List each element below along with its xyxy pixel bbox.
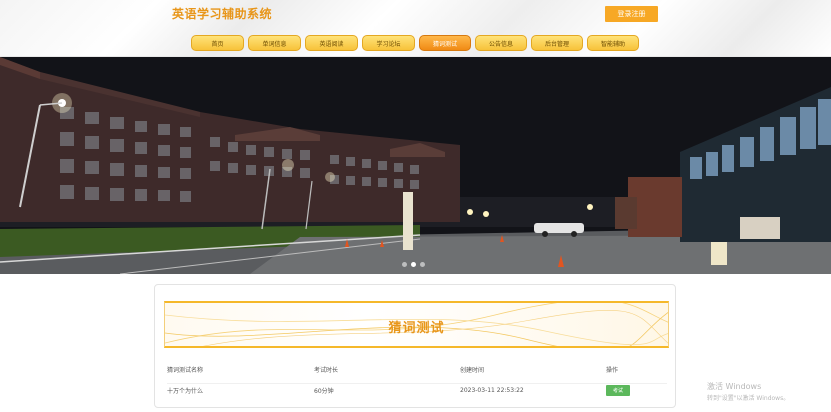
nav-item-home[interactable]: 首页 (191, 35, 244, 51)
column-header-name: 猜词测试名称 (167, 366, 204, 374)
nav-item-forum[interactable]: 学习论坛 (362, 35, 415, 51)
nav-item-words[interactable]: 单词信息 (248, 35, 301, 51)
main-nav: 首页 单词信息 英语阅读 学习论坛 猜词测试 公告信息 后台管理 智能辅助 (191, 35, 643, 51)
test-created-time: 2023-03-11 22:53:22 (460, 387, 524, 394)
banner-night-campus-image (0, 57, 831, 274)
nav-item-reading[interactable]: 英语阅读 (305, 35, 358, 51)
nav-item-notices[interactable]: 公告信息 (475, 35, 527, 51)
carousel-dot-active[interactable] (411, 262, 416, 267)
carousel-dot[interactable] (420, 262, 425, 267)
nav-item-guess-test[interactable]: 猜词测试 (419, 35, 471, 51)
watermark-line-1: 激活 Windows (707, 382, 762, 391)
login-register-button[interactable]: 登录注册 (605, 6, 658, 22)
table-row: 十万个为什么 60分钟 2023-03-11 22:53:22 考试 (167, 383, 667, 397)
table-header: 猜词测试名称 考试时长 创建时间 操作 (167, 363, 667, 375)
watermark-line-2: 转到"设置"以激活 Windows。 (707, 395, 790, 402)
section-title-banner: 猜词测试 (164, 301, 669, 348)
section-title: 猜词测试 (388, 321, 445, 336)
banner-carousel[interactable] (0, 57, 831, 274)
start-exam-button[interactable]: 考试 (606, 385, 630, 396)
column-header-created: 创建时间 (460, 366, 485, 374)
action-cell: 考试 (606, 385, 656, 396)
carousel-dot[interactable] (402, 262, 407, 267)
column-header-action: 操作 (606, 366, 619, 374)
windows-activation-watermark: 激活 Windows 转到"设置"以激活 Windows。 (707, 381, 789, 402)
carousel-dots (402, 262, 425, 267)
site-title: 英语学习辅助系统 (172, 7, 273, 21)
guess-test-panel: 猜词测试 猜词测试名称 考试时长 创建时间 操作 十万个为什么 60分钟 202… (154, 284, 676, 408)
column-header-duration: 考试时长 (314, 366, 339, 374)
test-name: 十万个为什么 (167, 388, 204, 395)
nav-item-admin[interactable]: 后台管理 (531, 35, 583, 51)
nav-item-smart-assist[interactable]: 智能辅助 (587, 35, 639, 51)
site-header: 英语学习辅助系统 登录注册 首页 单词信息 英语阅读 学习论坛 猜词测试 公告信… (0, 0, 831, 57)
test-duration: 60分钟 (314, 388, 334, 395)
